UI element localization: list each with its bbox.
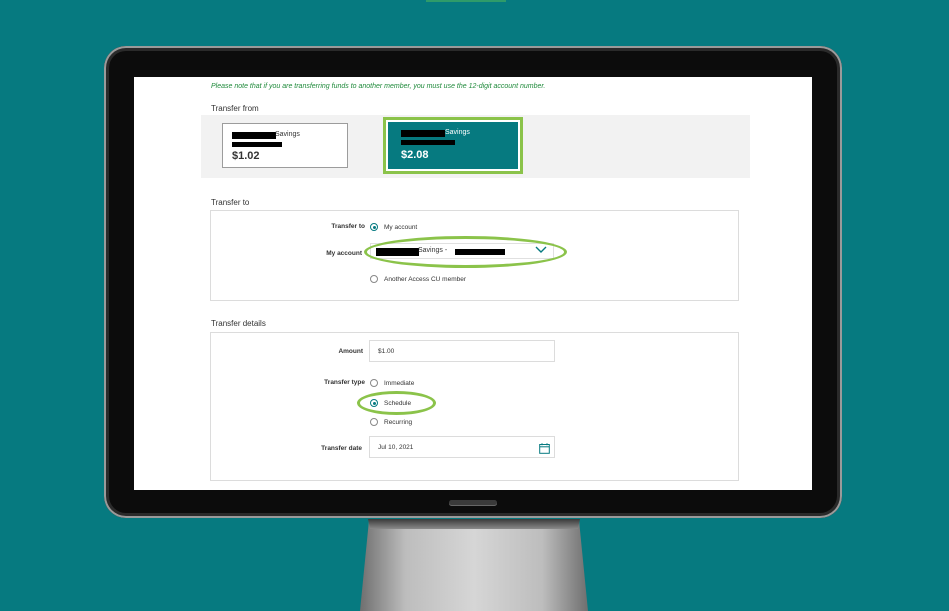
amount-input[interactable]: $1.00: [369, 340, 555, 362]
transfer-to-label: Transfer to: [331, 223, 365, 230]
transfer-date-label: Transfer date: [321, 445, 362, 452]
redacted-account-number: [401, 140, 455, 145]
transfer-from-title: Transfer from: [211, 104, 259, 113]
my-account-highlight: [364, 236, 567, 268]
radio-my-account[interactable]: [370, 223, 378, 231]
transfer-details-title: Transfer details: [211, 319, 266, 328]
transfer-screen: Please note that if you are transferring…: [134, 77, 812, 490]
account-card-balance: $1.02: [232, 150, 260, 162]
radio-other-member-label: Another Access CU member: [384, 276, 467, 283]
radio-recurring-label: Recurring: [384, 419, 413, 426]
schedule-highlight: [357, 391, 436, 415]
radio-immediate-label: Immediate: [384, 380, 415, 387]
account-card-1[interactable]: Savings $1.02: [222, 123, 348, 168]
calendar-icon[interactable]: [539, 441, 550, 454]
redacted-account-number: [232, 142, 282, 147]
transfer-to-title: Transfer to: [211, 198, 250, 207]
radio-recurring[interactable]: [370, 418, 378, 426]
amount-label: Amount: [338, 348, 363, 355]
transfer-notice: Please note that if you are transferring…: [211, 83, 546, 90]
account-card-2[interactable]: Savings $2.08: [388, 122, 518, 169]
amount-input-value: $1.00: [378, 348, 395, 355]
top-tab-marker: [426, 0, 506, 2]
monitor-stand-shadow: [368, 519, 580, 529]
transfer-date-input[interactable]: Jul 10, 2021: [369, 436, 555, 458]
monitor-stand: [360, 519, 588, 611]
transfer-date-value: Jul 10, 2021: [378, 444, 414, 451]
account-card-balance: $2.08: [401, 149, 429, 161]
account-card-name: Savings: [275, 131, 300, 138]
redacted-account-name: [401, 130, 445, 137]
monitor-logo-slot: [449, 500, 497, 505]
account-card-name: Savings: [445, 129, 470, 136]
transfer-type-label: Transfer type: [324, 379, 365, 386]
radio-my-account-label: My account: [384, 224, 418, 231]
redacted-account-name: [232, 132, 276, 139]
radio-other-member[interactable]: [370, 275, 378, 283]
radio-immediate[interactable]: [370, 379, 378, 387]
my-account-label: My account: [326, 250, 362, 257]
